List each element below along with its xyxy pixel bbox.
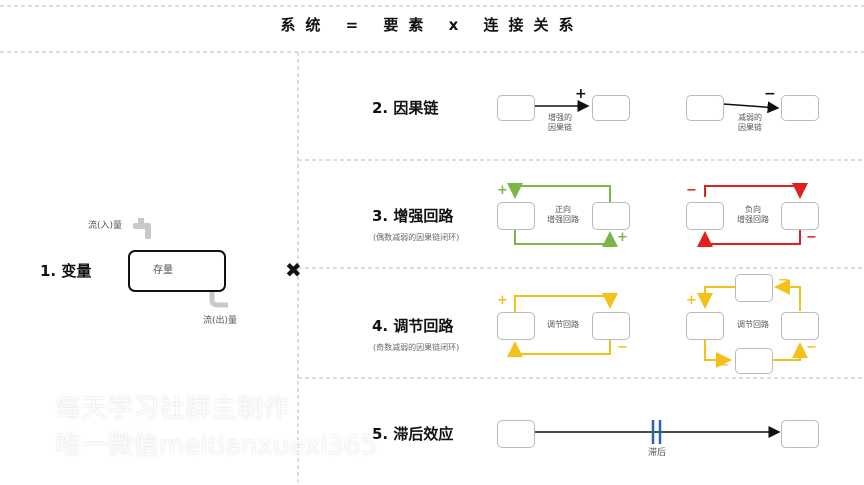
- causal-neg-source-box: [686, 95, 724, 121]
- balancing-a-right-box: [592, 312, 630, 340]
- positive-reinforcing-text: 正向 增强回路: [547, 205, 579, 224]
- reinforcing-pos-right-box: [592, 202, 630, 230]
- balancing-b-minus-bottom: −: [718, 358, 729, 373]
- causal-chain-label: 2. 因果链: [372, 99, 439, 117]
- reinforcing-pos-plus-top: +: [497, 183, 508, 198]
- delay-target-box: [781, 420, 819, 448]
- causal-pos-target-box: [592, 95, 630, 121]
- balancing-a-minus: −: [617, 340, 628, 355]
- stock-label: 存量: [153, 265, 173, 276]
- balancing-a-plus: +: [497, 293, 508, 308]
- balancing-b-minus-top: −: [778, 273, 789, 288]
- balancing-b-left-box: [686, 312, 724, 340]
- balancing-a-text: 调节回路: [547, 320, 579, 329]
- reinforcing-neg-minus-bottom: −: [806, 230, 817, 245]
- stock-box: 存量: [128, 250, 226, 292]
- negative-causal-arrow: [722, 101, 780, 114]
- variable-label: 1. 变量: [40, 262, 92, 280]
- negative-causal-caption: 减弱的 因果链: [738, 113, 762, 132]
- reinforcing-loop-subtitle: (偶数减弱的因果链闭环): [373, 233, 460, 242]
- balancing-a-left-box: [497, 312, 535, 340]
- outflow-faucet-icon: [209, 290, 228, 308]
- causal-neg-target-box: [781, 95, 819, 121]
- balancing-b-plus: +: [686, 293, 697, 308]
- inflow-label: 流(入)量: [88, 221, 123, 231]
- inflow-faucet-icon: [133, 218, 151, 239]
- balancing-b-text: 调节回路: [737, 320, 769, 329]
- balancing-b-top-box: [735, 274, 773, 302]
- reinforcing-neg-minus-top: −: [686, 183, 697, 198]
- watermark-line-2: 唯一微信meitianxuexi365: [55, 431, 378, 461]
- multiply-icon: ✖: [285, 258, 302, 282]
- outflow-label: 流(出)量: [203, 316, 238, 326]
- positive-causal-caption: 增强的 因果链: [548, 113, 572, 132]
- balancing-loop-subtitle: (奇数减弱的因果链闭环): [373, 343, 460, 352]
- watermark-line-1: 每天学习社群主制作: [55, 394, 290, 424]
- positive-sign: +: [575, 86, 587, 102]
- negative-reinforcing-text: 负向 增强回路: [737, 205, 769, 224]
- negative-sign: −: [764, 86, 776, 102]
- reinforcing-loop-label: 3. 增强回路: [372, 207, 454, 225]
- balancing-b-minus-right: −: [806, 340, 817, 355]
- causal-pos-source-box: [497, 95, 535, 121]
- delay-source-box: [497, 420, 535, 448]
- balancing-b-bottom-box: [735, 348, 773, 374]
- reinforcing-pos-plus-bottom: +: [617, 230, 628, 245]
- balancing-b-right-box: [781, 312, 819, 340]
- delay-caption: 滞后: [647, 448, 666, 458]
- reinforcing-neg-right-box: [781, 202, 819, 230]
- reinforcing-pos-left-box: [497, 202, 535, 230]
- page-title: 系统 = 要素 x 连接关系: [280, 16, 584, 34]
- balancing-loop-label: 4. 调节回路: [372, 317, 454, 335]
- reinforcing-neg-left-box: [686, 202, 724, 230]
- delay-effect-label: 5. 滞后效应: [372, 425, 454, 443]
